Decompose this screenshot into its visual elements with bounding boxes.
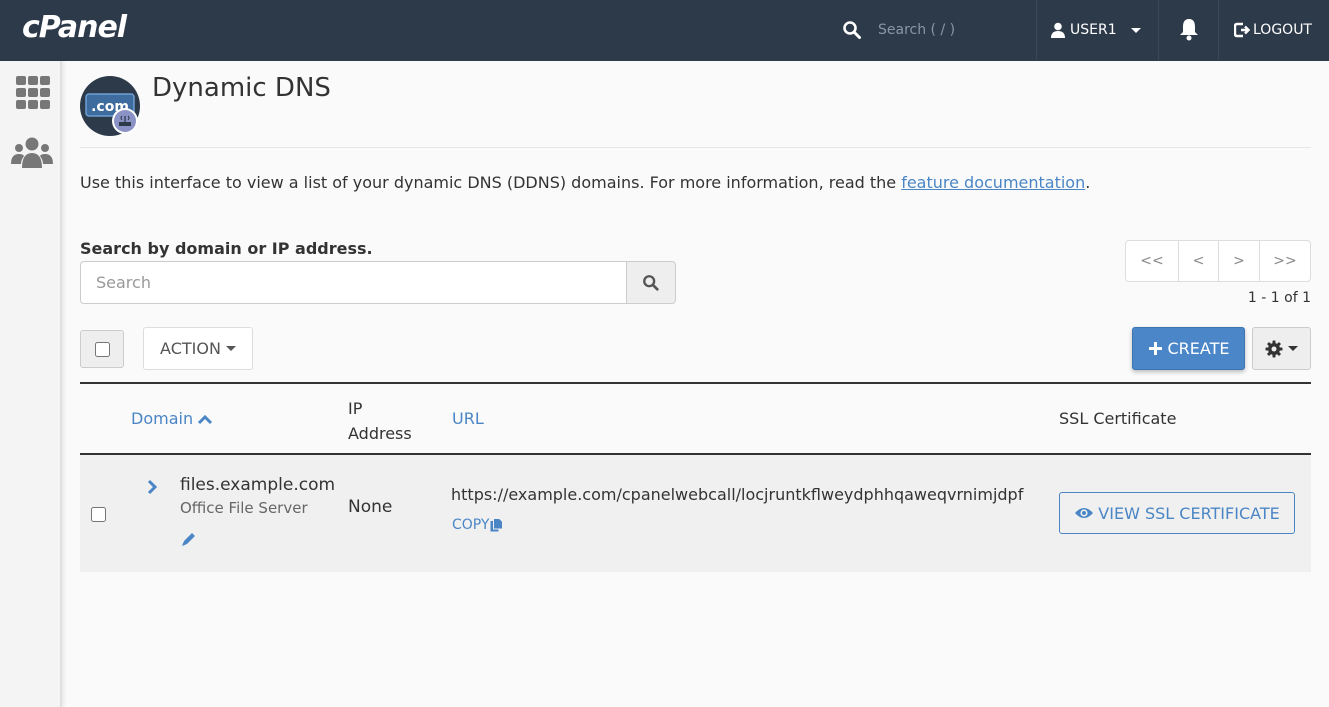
settings-dropdown-button[interactable] <box>1252 327 1311 370</box>
eye-icon <box>1075 508 1094 518</box>
users-icon[interactable] <box>10 134 54 174</box>
chevron-down-icon <box>1288 346 1298 351</box>
search-input[interactable] <box>80 261 626 304</box>
global-search-input[interactable] <box>876 21 1026 39</box>
search-icon <box>843 21 861 39</box>
sort-ascending-icon <box>198 414 213 424</box>
ddns-table: Domain IP Address URL SSL Certificate fi… <box>80 382 1311 572</box>
logout-button[interactable]: LOGOUT <box>1234 0 1312 60</box>
description-suffix: . <box>1085 173 1091 192</box>
copy-label: COPY <box>452 517 490 533</box>
dynamic-dns-app-icon: .com <box>80 76 140 136</box>
gear-icon <box>1265 340 1283 357</box>
domain-description: Office File Server <box>180 499 308 517</box>
user-menu[interactable]: USER1 <box>1050 0 1141 60</box>
action-label: ACTION <box>160 339 221 358</box>
view-ssl-label: VIEW SSL CERTIFICATE <box>1098 503 1280 523</box>
column-header-domain[interactable]: Domain <box>131 409 213 428</box>
search-group <box>80 261 676 304</box>
table-header: Domain IP Address URL SSL Certificate <box>80 384 1311 455</box>
main-content: .com Dynamic DNS Use this interface to v… <box>80 61 1311 572</box>
chevron-down-icon <box>1130 27 1141 33</box>
select-all-container <box>80 330 124 368</box>
table-row: files.example.com Office File Server Non… <box>80 455 1311 572</box>
sidebar <box>0 61 62 707</box>
previous-page-button[interactable]: < <box>1178 241 1218 281</box>
next-page-button[interactable]: > <box>1218 241 1259 281</box>
create-label: CREATE <box>1167 339 1230 358</box>
select-all-checkbox[interactable] <box>94 341 110 357</box>
page-header: .com Dynamic DNS <box>80 61 1311 148</box>
logout-label: LOGOUT <box>1253 22 1312 38</box>
column-ip-label-line2: Address <box>348 424 412 443</box>
description-text: Use this interface to view a list of you… <box>80 173 902 192</box>
page-description: Use this interface to view a list of you… <box>80 173 1090 192</box>
search-icon <box>643 274 659 291</box>
top-navbar: cPanel USER1 LOGOUT <box>0 0 1329 61</box>
username: USER1 <box>1070 22 1117 38</box>
column-ip-label-line1: IP <box>348 399 363 418</box>
column-header-url[interactable]: URL <box>452 409 484 428</box>
copy-icon <box>490 518 504 532</box>
action-dropdown-button[interactable]: ACTION <box>143 327 253 370</box>
last-page-button[interactable]: >> <box>1259 241 1310 281</box>
cpanel-logo[interactable]: cPanel <box>22 10 127 45</box>
create-button[interactable]: CREATE <box>1132 327 1245 370</box>
page-title: Dynamic DNS <box>152 73 331 103</box>
row-checkbox[interactable] <box>91 507 106 522</box>
ip-address: None <box>348 497 393 517</box>
domain-name: files.example.com <box>180 475 336 495</box>
global-search[interactable] <box>842 0 1036 60</box>
feature-documentation-link[interactable]: feature documentation <box>901 173 1085 192</box>
chevron-right-icon[interactable] <box>146 479 158 495</box>
pagination-info: 1 - 1 of 1 <box>1247 290 1311 306</box>
user-icon <box>1051 22 1065 38</box>
divider <box>1218 0 1219 60</box>
search-label: Search by domain or IP address. <box>80 239 373 258</box>
divider <box>1036 0 1037 60</box>
column-header-ssl: SSL Certificate <box>1059 409 1177 428</box>
first-page-button[interactable]: << <box>1126 241 1178 281</box>
grid-icon[interactable] <box>10 74 54 114</box>
bell-icon[interactable] <box>1178 17 1200 41</box>
column-domain-label: Domain <box>131 409 194 428</box>
webcall-url: https://example.com/cpanelwebcall/locjru… <box>451 485 1024 504</box>
column-header-ip: IP Address <box>348 396 412 446</box>
plus-icon <box>1148 342 1162 355</box>
pagination: << < > >> <box>1125 240 1311 282</box>
view-ssl-certificate-button[interactable]: VIEW SSL CERTIFICATE <box>1059 492 1295 534</box>
edit-pencil-icon[interactable] <box>180 530 198 548</box>
copy-url-button[interactable]: COPY <box>452 517 504 533</box>
divider <box>1158 0 1159 60</box>
chevron-down-icon <box>225 346 236 351</box>
search-button[interactable] <box>626 261 676 304</box>
logout-icon <box>1234 22 1250 38</box>
